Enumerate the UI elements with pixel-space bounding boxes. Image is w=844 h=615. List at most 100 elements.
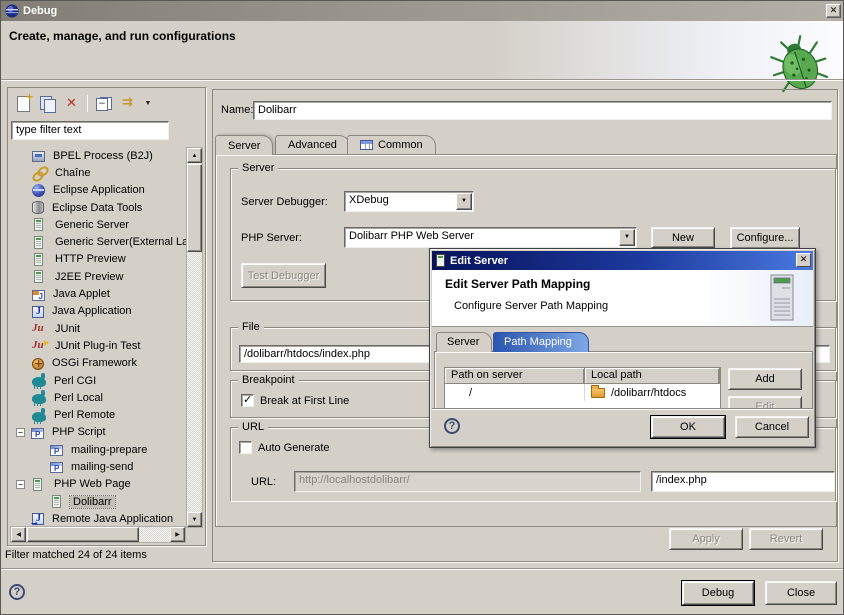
php-icon [50,445,63,456]
tree-vertical-scrollbar[interactable]: ▲ ▼ [186,147,203,528]
tree-item[interactable]: OSGi Framework [10,355,186,372]
toolbar-menu-arrow-icon[interactable]: ▼ [143,95,153,112]
tree-item[interactable]: HTTP Preview [10,251,186,268]
dialog-tab-server[interactable]: Server [436,332,492,352]
tree-item[interactable]: Eclipse Data Tools [10,199,186,216]
help-icon[interactable]: ? [9,584,25,600]
close-button[interactable]: Close [765,581,837,605]
dialog-tab-path-mapping[interactable]: Path Mapping [493,332,589,352]
osgi-icon [32,358,44,370]
tree-item[interactable]: Generic Server(External La [10,233,186,250]
tree-item[interactable]: Eclipse Application [10,182,186,199]
edit-server-titlebar: Edit Server ✕ [432,251,813,270]
tree-item[interactable]: −PHP Script [10,424,186,441]
break-first-line-label: Break at First Line [260,395,349,407]
tree-item[interactable]: Perl Local [10,389,186,406]
cancel-button[interactable]: Cancel [735,416,809,438]
tree-item[interactable]: Chaîne [10,164,186,181]
url-path-input[interactable]: /index.php [651,471,835,492]
folder-icon [591,388,605,398]
tree-item[interactable]: mailing-prepare [10,441,186,458]
tree-item[interactable]: mailing-send [10,458,186,475]
tree-item-label: Perl Local [51,392,106,404]
tree-item-label: Java Application [49,305,135,317]
tree-item[interactable]: Perl CGI [10,372,186,389]
tree-item[interactable]: Perl Remote [10,406,186,423]
tab-common-label: Common [378,136,423,154]
chevron-down-icon[interactable]: ▼ [619,229,635,246]
type-filter-input[interactable]: type filter text [11,121,169,140]
tree-item[interactable]: J2EE Preview [10,268,186,285]
chain-icon [32,166,47,180]
new-server-button[interactable]: New [651,227,715,248]
tree-item[interactable]: − PHP Web Page [10,476,186,493]
scroll-down-icon[interactable]: ▼ [187,512,202,527]
test-debugger-button[interactable]: Test Debugger [241,263,326,288]
apply-button[interactable]: Apply [669,528,743,550]
path-mapping-row[interactable]: //dolibarr/htdocs [445,384,720,401]
url-label: URL: [251,476,276,488]
collapse-all-icon[interactable] [95,95,112,112]
revert-button[interactable]: Revert [749,528,823,550]
tab-common[interactable]: Common [347,135,436,154]
junit-plugin-icon [32,339,47,353]
tab-advanced[interactable]: Advanced [275,135,350,154]
tree-item[interactable]: BPEL Process (B2J) [10,147,186,164]
tree-item[interactable]: Generic Server [10,216,186,233]
edit-server-close-icon[interactable]: ✕ [796,253,811,267]
collapse-expander-icon[interactable]: − [16,428,25,437]
server-debugger-select[interactable]: XDebug ▼ [344,191,474,212]
footer-divider [1,568,844,570]
tab-server[interactable]: Server [215,135,273,155]
database-icon [32,201,44,214]
scroll-left-icon[interactable]: ◀ [11,527,26,542]
chevron-down-icon[interactable]: ▼ [456,193,472,210]
applet-icon [32,290,45,301]
server-icon [34,218,43,231]
filter-icon[interactable]: ⇉ [119,95,136,112]
window-titlebar: Debug ✕ [1,1,844,21]
tree-item[interactable]: Java Application [10,303,186,320]
dialog-help-icon[interactable]: ? [444,418,460,434]
server-group-label: Server [238,162,278,174]
tree-item[interactable]: Dolibarr [10,493,186,510]
eclipse-logo-icon [5,4,19,18]
bpel-icon [32,151,45,162]
tree-item-label: Chaîne [52,167,93,179]
tree-item-label: PHP Web Page [51,478,134,490]
new-configuration-icon[interactable] [15,95,32,112]
server-icon [436,254,445,267]
perl-icon [32,377,46,387]
configure-server-button[interactable]: Configure... [730,227,800,249]
server-icon [33,478,42,491]
perl-icon [32,412,46,422]
ok-button[interactable]: OK [651,416,725,438]
column-local-path[interactable]: Local path [585,368,720,383]
tree-item[interactable]: Java Applet [10,285,186,302]
scroll-up-icon[interactable]: ▲ [187,148,202,163]
auto-generate-checkbox[interactable] [239,441,252,454]
delete-configuration-icon[interactable]: ✕ [63,95,80,112]
duplicate-configuration-icon[interactable] [39,95,56,112]
horizontal-scroll-thumb[interactable] [27,527,139,542]
tree-item-label: Remote Java Application [49,513,176,525]
column-path-on-server[interactable]: Path on server [445,368,585,383]
tree-horizontal-scrollbar[interactable]: ◀ ▶ [10,526,186,543]
eclipse-icon [32,184,45,197]
edit-server-title: Edit Server [450,255,508,267]
tree-item[interactable]: Remote Java Application [10,510,186,527]
tree-item[interactable]: JUnit Plug-in Test [10,337,186,354]
scroll-right-icon[interactable]: ▶ [170,527,185,542]
config-tree: BPEL Process (B2J) Chaîne Eclipse Applicat… [10,147,186,528]
window-close-icon[interactable]: ✕ [826,4,841,18]
php-server-select[interactable]: Dolibarr PHP Web Server ▼ [344,227,637,248]
tree-item[interactable]: JUnit [10,320,186,337]
vertical-scroll-thumb[interactable] [187,164,202,252]
tree-item-label: BPEL Process (B2J) [50,150,156,162]
collapse-expander-icon[interactable]: − [16,480,25,489]
breakpoint-group-label: Breakpoint [238,374,299,386]
debug-button[interactable]: Debug [682,581,754,605]
add-mapping-button[interactable]: Add [728,368,802,390]
break-first-line-checkbox[interactable] [241,394,254,407]
name-input[interactable]: Dolibarr [253,101,832,120]
